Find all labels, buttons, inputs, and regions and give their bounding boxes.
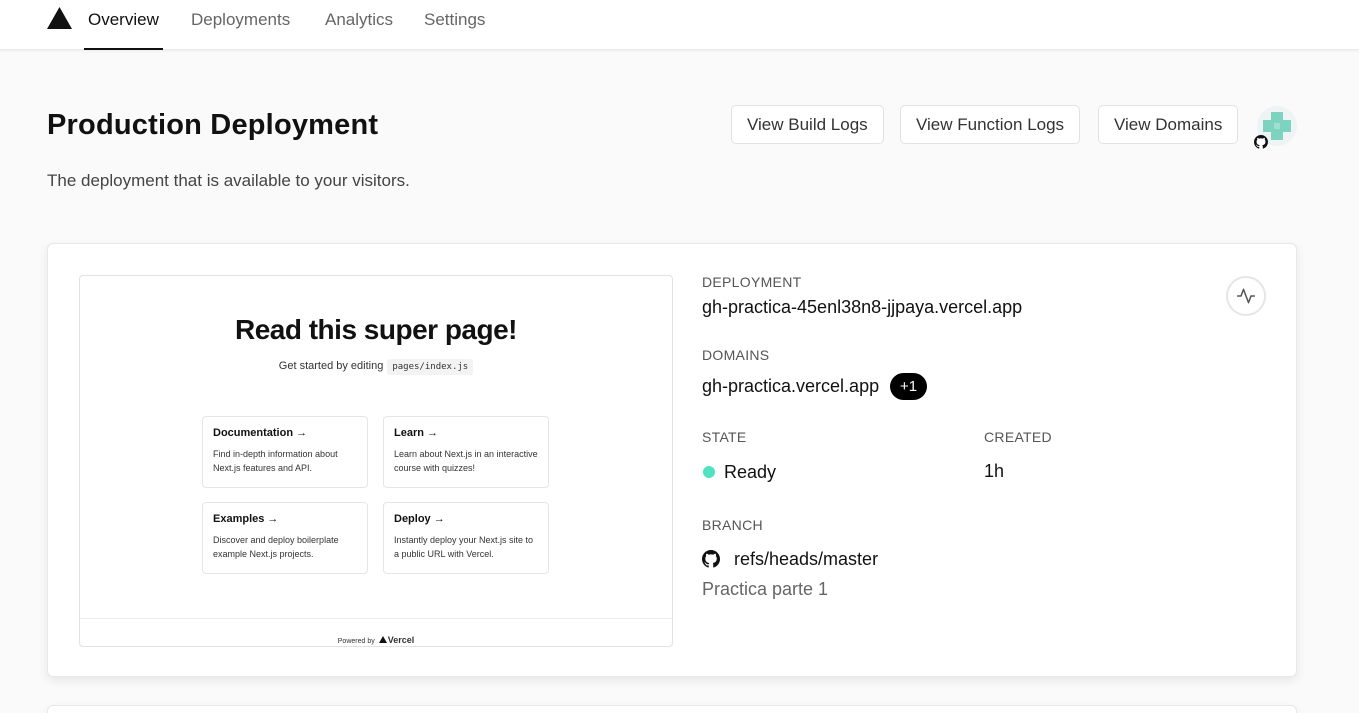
state-value: Ready <box>724 462 777 482</box>
view-build-logs-button[interactable]: View Build Logs <box>731 105 884 144</box>
state-label: STATE <box>702 429 747 445</box>
github-icon <box>1254 135 1268 149</box>
domains-extra-badge[interactable]: +1 <box>890 373 928 400</box>
preview-footer: Powered by Vercel <box>80 618 672 646</box>
preview-subtitle-text: Get started by editing <box>278 360 384 372</box>
view-domains-button[interactable]: View Domains <box>1098 105 1239 144</box>
deployment-label: DEPLOYMENT <box>702 274 802 290</box>
tab-settings[interactable]: Settings <box>424 0 485 50</box>
preview-card-title: Documentation → <box>213 427 308 439</box>
preview-subtitle: Get started by editing pages/index.js <box>80 359 672 375</box>
github-icon <box>702 550 720 568</box>
tab-deployments[interactable]: Deployments <box>191 0 290 50</box>
created-label: CREATED <box>984 429 1052 445</box>
preview-card-deploy: Deploy → Instantly deploy your Next.js s… <box>383 502 549 574</box>
commit-message-link[interactable]: Practica parte 1 <box>702 579 828 600</box>
production-deployment-card: Read this super page! Get started by edi… <box>47 243 1297 677</box>
preview-card-desc: Discover and deploy boilerplate example … <box>213 535 339 559</box>
preview-card-desc: Find in-depth information about Next.js … <box>213 449 338 473</box>
branch-label: BRANCH <box>702 517 763 533</box>
activity-icon <box>1236 288 1256 304</box>
domain-link[interactable]: gh-practica.vercel.app <box>702 376 879 397</box>
activity-button[interactable] <box>1226 276 1266 316</box>
preview-card-title: Deploy → <box>394 513 445 525</box>
preview-card-desc: Instantly deploy your Next.js site to a … <box>394 535 534 559</box>
deployment-url-link[interactable]: gh-practica-45enl38n8-jjpaya.vercel.app <box>702 297 1022 318</box>
preview-title: Read this super page! <box>234 314 518 345</box>
preview-card-examples: Examples → Discover and deploy boilerpla… <box>202 502 368 574</box>
created-value: 1h <box>984 461 1005 481</box>
branch-link[interactable]: refs/heads/master <box>734 549 878 570</box>
preview-card-learn: Learn → Learn about Next.js in an intera… <box>383 416 549 488</box>
preview-card-title: Learn → <box>394 427 439 439</box>
tab-analytics[interactable]: Analytics <box>325 0 393 50</box>
preview-card-title: Examples → <box>213 513 279 525</box>
vercel-small-icon <box>378 636 387 643</box>
preview-footer-brand: Vercel <box>387 635 415 645</box>
preview-card-desc: Learn about Next.js in an interactive co… <box>394 449 538 473</box>
view-function-logs-button[interactable]: View Function Logs <box>900 105 1081 144</box>
page-subtitle: The deployment that is available to your… <box>47 171 410 190</box>
preview-footer-text: Powered by <box>337 638 375 645</box>
next-card <box>47 705 1297 713</box>
preview-card-documentation: Documentation → Find in-depth informatio… <box>202 416 368 488</box>
page-title: Production Deployment <box>47 109 379 141</box>
ready-status-dot <box>703 466 715 478</box>
top-navigation: Overview Deployments Analytics Settings <box>0 0 1359 50</box>
vercel-triangle-icon[interactable] <box>47 7 72 29</box>
preview-code: pages/index.js <box>387 359 474 375</box>
tab-overview[interactable]: Overview <box>84 0 163 50</box>
domains-label: DOMAINS <box>702 347 770 363</box>
deployment-preview[interactable]: Read this super page! Get started by edi… <box>79 275 673 647</box>
